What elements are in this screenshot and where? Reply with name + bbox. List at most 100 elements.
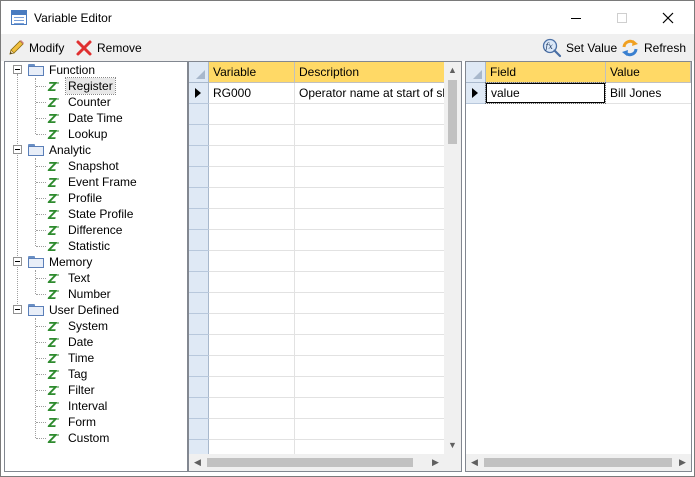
variable-z-icon: Z: [47, 224, 59, 236]
scroll-thumb[interactable]: [484, 458, 672, 467]
folder-icon: [28, 304, 44, 316]
variable-z-icon: Z: [47, 384, 59, 396]
row-header-current[interactable]: [466, 83, 486, 104]
remove-button[interactable]: Remove: [75, 37, 142, 58]
folder-icon: [28, 144, 44, 156]
svg-text:Z: Z: [47, 128, 57, 140]
scroll-left-icon[interactable]: ◀: [466, 454, 483, 471]
variables-vertical-scrollbar[interactable]: ▲ ▼: [444, 62, 461, 454]
field-cell[interactable]: value: [485, 82, 606, 104]
svg-text:Z: Z: [47, 288, 57, 300]
tree-item-label: Text: [68, 271, 91, 285]
tree-group-label: Function: [49, 63, 96, 77]
svg-text:Z: Z: [47, 160, 57, 172]
variable-z-icon: Z: [47, 160, 59, 172]
variable-z-icon: Z: [47, 112, 59, 124]
variable-z-icon: Z: [47, 320, 59, 332]
column-header-description[interactable]: Description: [295, 62, 445, 83]
tree-item-label: Filter: [68, 383, 95, 397]
svg-text:Z: Z: [47, 192, 57, 204]
variable-type-tree[interactable]: Function Z Register Z Counter Z Date Tim…: [4, 61, 188, 472]
svg-text:Z: Z: [47, 80, 57, 92]
collapse-icon[interactable]: [13, 305, 22, 314]
tree-item-label: Counter: [68, 95, 111, 109]
collapse-icon[interactable]: [13, 257, 22, 266]
tree-item-label: Form: [68, 415, 96, 429]
scroll-down-icon[interactable]: ▼: [444, 437, 461, 454]
column-header-variable[interactable]: Variable: [209, 62, 295, 83]
svg-text:Z: Z: [47, 432, 57, 444]
tree-item-label: Date: [68, 335, 94, 349]
scroll-up-icon[interactable]: ▲: [444, 62, 461, 79]
variables-grid[interactable]: Variable Description RG000 Operator name…: [188, 61, 462, 472]
tree-item-label: Register: [65, 77, 116, 95]
folder-icon: [28, 64, 44, 76]
row-header-column: [466, 83, 486, 104]
variable-z-icon: Z: [47, 352, 59, 364]
toolbar: Modify Remove fx Set Value Refresh: [1, 34, 694, 61]
svg-text:Z: Z: [47, 112, 57, 124]
tree-item-label: Custom: [68, 431, 110, 445]
column-header-field[interactable]: Field: [486, 62, 606, 83]
variable-z-icon: Z: [47, 272, 59, 284]
collapse-icon[interactable]: [13, 145, 22, 154]
variable-z-icon: Z: [47, 192, 59, 204]
svg-text:Z: Z: [47, 320, 57, 332]
minimize-icon: [571, 18, 581, 19]
tree-item-label: Snapshot: [68, 159, 119, 173]
scroll-thumb[interactable]: [207, 458, 413, 467]
svg-text:Z: Z: [47, 176, 57, 188]
remove-label: Remove: [97, 40, 142, 55]
window-title: Variable Editor: [34, 11, 112, 25]
variable-z-icon: Z: [47, 240, 59, 252]
scroll-right-icon[interactable]: ▶: [427, 454, 444, 471]
app-grid-icon: [11, 10, 27, 25]
tree-item-label: Statistic: [68, 239, 111, 253]
maximize-button[interactable]: [599, 1, 645, 34]
variable-z-icon: Z: [47, 400, 59, 412]
refresh-icon: [622, 39, 638, 56]
scroll-thumb[interactable]: [448, 80, 457, 144]
variables-horizontal-scrollbar[interactable]: ◀ ▶: [189, 454, 461, 471]
svg-text:Z: Z: [47, 272, 57, 284]
row-header-current[interactable]: [189, 83, 209, 104]
grid-corner[interactable]: [189, 62, 209, 83]
fields-horizontal-scrollbar[interactable]: ◀ ▶: [466, 454, 691, 471]
scroll-left-icon[interactable]: ◀: [189, 454, 206, 471]
folder-icon: [28, 256, 44, 268]
variable-cell[interactable]: RG000: [209, 83, 294, 103]
svg-text:Z: Z: [47, 368, 57, 380]
remove-x-icon: [76, 40, 92, 55]
current-row-arrow-icon: [195, 88, 201, 98]
tree-group-label: User Defined: [49, 303, 120, 317]
column-header-value[interactable]: Value: [606, 62, 691, 83]
close-button[interactable]: [645, 1, 691, 34]
variable-z-icon: Z: [47, 80, 59, 92]
value-cell[interactable]: Bill Jones: [606, 83, 691, 103]
tree-item-label: Time: [68, 351, 95, 365]
description-cell[interactable]: Operator name at start of shift: [295, 83, 444, 103]
tree-item-label: Profile: [68, 191, 103, 205]
modify-button[interactable]: Modify: [7, 37, 64, 58]
tree-item-label: Date Time: [68, 111, 123, 125]
refresh-button[interactable]: Refresh: [620, 37, 686, 58]
tree-item-label: Tag: [68, 367, 88, 381]
svg-text:fx: fx: [544, 42, 553, 51]
collapse-icon[interactable]: [13, 65, 22, 74]
close-icon: [662, 12, 674, 24]
set-value-button[interactable]: fx Set Value: [542, 37, 617, 58]
scroll-right-icon[interactable]: ▶: [674, 454, 691, 471]
tree-item-label: System: [68, 319, 109, 333]
maximize-icon: [617, 13, 627, 23]
minimize-button[interactable]: [553, 1, 599, 34]
function-magnifier-icon: fx: [542, 38, 562, 57]
svg-text:Z: Z: [47, 224, 57, 236]
variable-z-icon: Z: [47, 176, 59, 188]
svg-text:Z: Z: [47, 384, 57, 396]
variable-z-icon: Z: [47, 208, 59, 220]
grid-corner[interactable]: [466, 62, 486, 83]
fields-grid[interactable]: Field Value value Bill Jones ◀ ▶: [465, 61, 692, 472]
variable-z-icon: Z: [47, 288, 59, 300]
tree-item-label: Difference: [68, 223, 123, 237]
tree-item-label: Interval: [68, 399, 108, 413]
